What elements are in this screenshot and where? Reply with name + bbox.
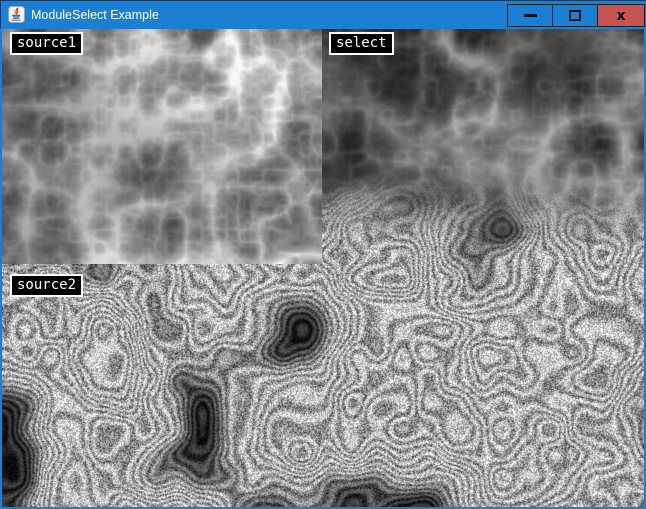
label-source1: source1: [10, 32, 83, 55]
title-bar[interactable]: ModuleSelect Example x: [0, 0, 646, 29]
window-controls: x: [508, 4, 645, 27]
maximize-icon: [569, 10, 581, 21]
render-area: source1 select source2: [2, 29, 644, 507]
window-title: ModuleSelect Example: [31, 1, 159, 29]
label-select: select: [329, 32, 394, 55]
close-button[interactable]: x: [597, 4, 645, 27]
minimize-button[interactable]: [507, 4, 553, 27]
minimize-icon: [524, 14, 537, 17]
source1-image: [2, 29, 322, 264]
maximize-button[interactable]: [552, 4, 598, 27]
app-window: ModuleSelect Example x source1 select so…: [0, 0, 646, 509]
label-source2: source2: [10, 274, 83, 297]
close-icon: x: [616, 9, 625, 23]
java-app-icon[interactable]: [8, 6, 25, 23]
